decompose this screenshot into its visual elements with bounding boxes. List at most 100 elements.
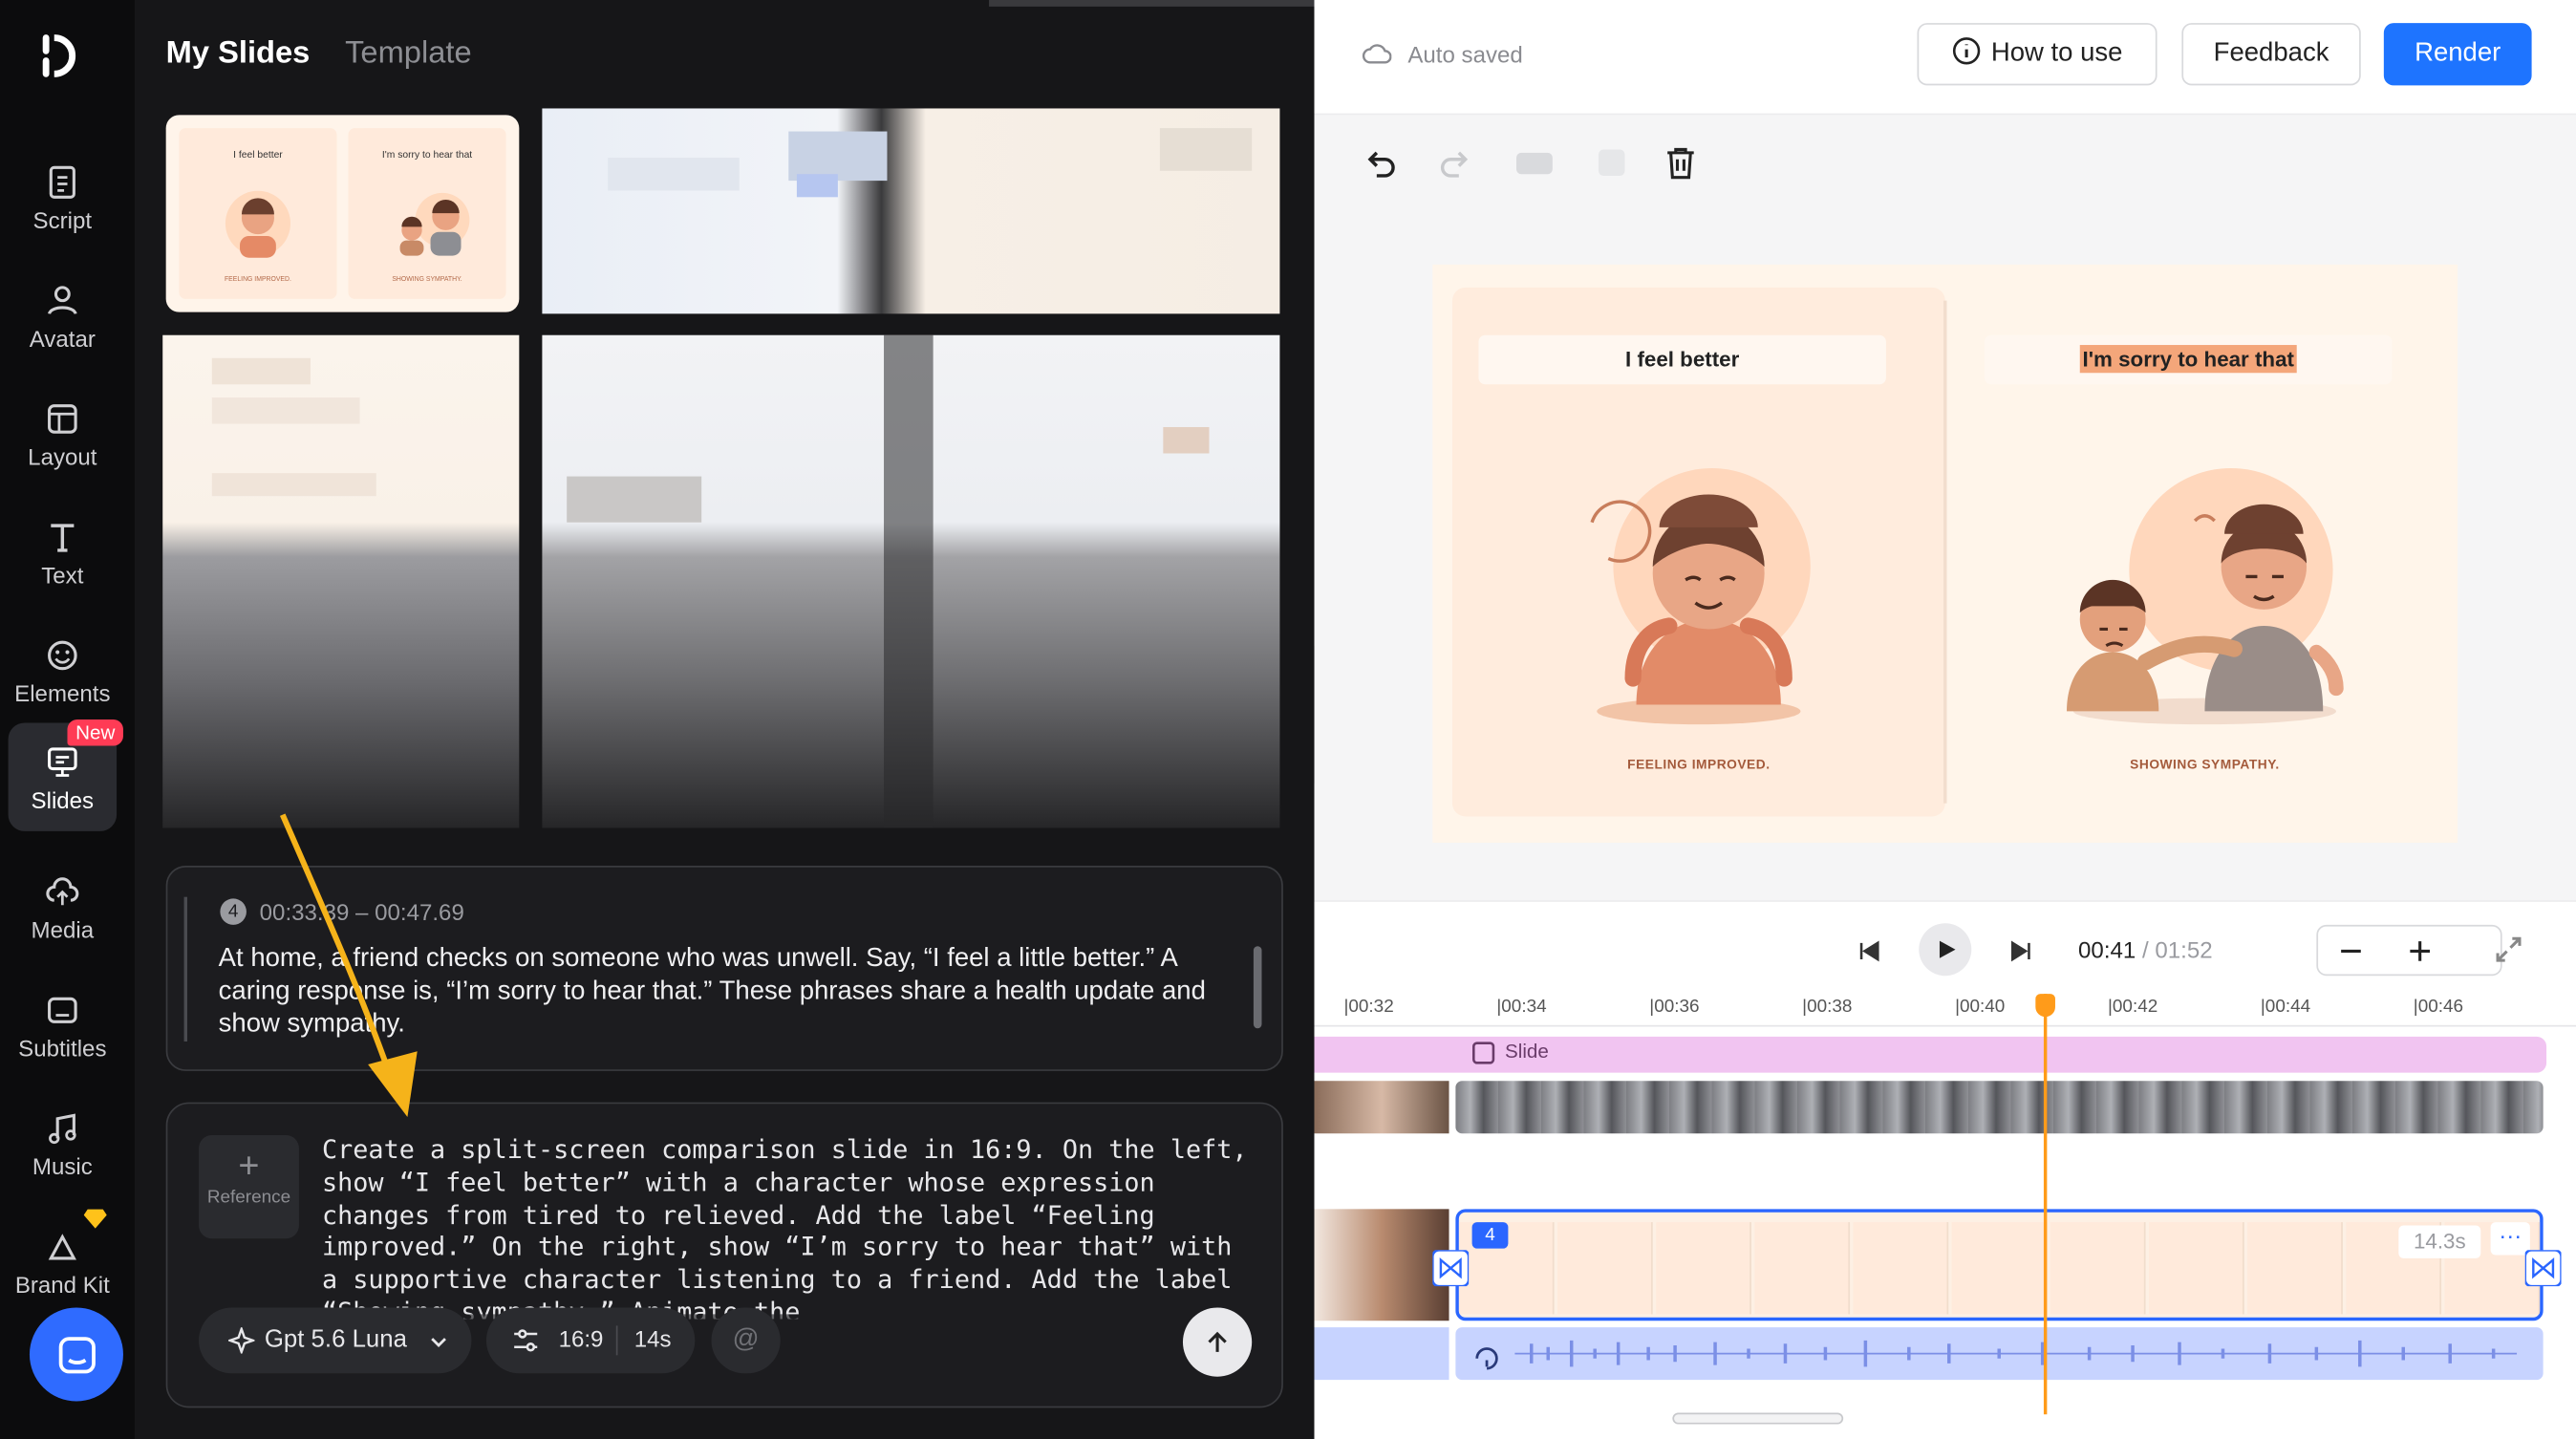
arrow-up-icon: [1208, 1331, 1227, 1352]
zoom-out-icon[interactable]: [2338, 938, 2365, 965]
annotation-arrow-icon: [279, 813, 418, 1118]
skip-back-icon[interactable]: [1857, 938, 1883, 965]
skip-forward-icon[interactable]: [2007, 938, 2034, 965]
plus-icon: +: [238, 1145, 260, 1187]
ruler-tick: |00:34: [1496, 997, 1547, 1018]
time-ruler[interactable]: |00:32 |00:34 |00:36 |00:38 |00:40 |00:4…: [1314, 997, 2576, 1027]
slide-canvas[interactable]: I feel better FEELING IMPROVED. I'm sorr…: [1432, 264, 2458, 843]
rail-media[interactable]: Media: [9, 851, 117, 956]
frame-icon[interactable]: [1594, 144, 1630, 181]
rail-script[interactable]: Script: [9, 141, 117, 247]
audio-clip-previous[interactable]: [1314, 1327, 1449, 1381]
prompt-input[interactable]: Create a split-screen comparison slide i…: [322, 1135, 1258, 1320]
rail-label: Layout: [28, 443, 97, 470]
left-panel[interactable]: I feel better FEELING IMPROVED.: [1451, 287, 1945, 817]
slides-track-clip[interactable]: 4 14.3s ···: [1455, 1209, 2544, 1321]
slides-panel: My Slides Template I feel better FEELING…: [134, 0, 1581, 1439]
render-button[interactable]: Render: [2383, 23, 2532, 86]
blurred-thumbnail[interactable]: [542, 334, 1280, 828]
blurred-thumbnail[interactable]: [162, 334, 520, 828]
audio-track-clip[interactable]: [1455, 1327, 2544, 1381]
slide-clip-index: 4: [1471, 1222, 1509, 1249]
subtitles-icon: [48, 997, 77, 1023]
send-button[interactable]: [1182, 1307, 1253, 1377]
model-selector[interactable]: Gpt 5.6 Luna: [199, 1307, 472, 1374]
rail-avatar[interactable]: Avatar: [9, 260, 117, 365]
rail-subtitles[interactable]: Subtitles: [9, 969, 117, 1074]
media-icon: [46, 877, 79, 906]
timeline-scrollbar[interactable]: [1672, 1412, 1844, 1425]
supportive-characters-illustration: [2067, 467, 2344, 725]
zoom-control: [2316, 924, 2502, 977]
blurred-thumbnail[interactable]: [542, 108, 1280, 314]
slides-icon: [48, 747, 77, 777]
slide-track-icon: [1472, 1042, 1495, 1064]
group-icon[interactable]: [1512, 144, 1555, 181]
mention-button[interactable]: @: [711, 1307, 781, 1374]
waveform: [1514, 1340, 2518, 1367]
rail-label: Media: [31, 916, 95, 943]
text-icon: [51, 524, 75, 552]
rail-slides[interactable]: New Slides: [8, 720, 123, 831]
elements-icon: [48, 640, 77, 671]
thumb-left-caption: FEELING IMPROVED.: [224, 274, 291, 283]
chat-assistant-button[interactable]: [29, 1307, 123, 1402]
video-track-clip[interactable]: [1455, 1081, 2544, 1134]
add-reference-button[interactable]: + Reference: [199, 1134, 299, 1239]
rail-layout[interactable]: Layout: [9, 377, 117, 483]
rail-label: Brand Kit: [14, 1271, 110, 1299]
undo-icon[interactable]: [1363, 144, 1400, 181]
thumb-left-title: I feel better: [233, 151, 283, 161]
relieved-character-illustration: [1590, 467, 1811, 725]
trash-icon[interactable]: [1663, 144, 1699, 181]
playhead[interactable]: [2035, 994, 2055, 1415]
play-button[interactable]: [1919, 923, 1972, 977]
aspect-ratio: 16:9: [558, 1325, 604, 1352]
prompt-box: + Reference Create a split-screen compar…: [165, 1102, 1283, 1408]
tab-template[interactable]: Template: [345, 36, 472, 73]
left-title[interactable]: I feel better: [1478, 334, 1886, 385]
thumb-right-title: I'm sorry to hear that: [381, 151, 473, 161]
left-caption[interactable]: FEELING IMPROVED.: [1452, 758, 1945, 772]
scrollbar[interactable]: [1253, 946, 1262, 1029]
rail-elements[interactable]: Elements: [9, 614, 117, 720]
rail-music[interactable]: Music: [9, 1087, 117, 1192]
right-panel[interactable]: I'm sorry to hear that SHOWING SYMPATHY.: [1958, 287, 2452, 817]
slide-clip-previous[interactable]: [1314, 1209, 1449, 1321]
clip-more-button[interactable]: ···: [2490, 1222, 2530, 1256]
app-logo-icon[interactable]: [39, 32, 85, 78]
brand-kit-icon: [48, 1234, 76, 1260]
editor-area: Auto saved How to use Feedback Render I …: [1314, 0, 2576, 1439]
right-title[interactable]: I'm sorry to hear that: [1985, 334, 2393, 385]
ruler-tick: |00:44: [2260, 997, 2311, 1018]
feedback-button[interactable]: Feedback: [2181, 23, 2361, 86]
slide-thumbnail[interactable]: I feel better FEELING IMPROVED. I'm sorr…: [165, 115, 520, 312]
zoom-in-icon[interactable]: [2407, 938, 2434, 965]
slide-track-label: Slide: [1504, 1040, 1549, 1063]
chat-icon: [58, 1337, 96, 1374]
voice-icon: [1475, 1347, 1498, 1370]
model-name: Gpt 5.6 Luna: [264, 1325, 407, 1354]
thumb-right-caption: SHOWING SYMPATHY.: [392, 274, 462, 283]
autosave-status: Auto saved: [1362, 41, 1523, 67]
ruler-tick: |00:38: [1802, 997, 1853, 1018]
rail-brand-kit[interactable]: Brand Kit: [9, 1206, 117, 1311]
duration: 14s: [633, 1325, 672, 1352]
video-clip-previous[interactable]: [1314, 1081, 1449, 1134]
layout-icon: [48, 404, 77, 434]
format-settings-button[interactable]: 16:9 14s: [485, 1307, 696, 1374]
avatar-icon: [48, 286, 77, 315]
rail-text[interactable]: Text: [9, 496, 117, 601]
segment-index: 4: [220, 898, 247, 925]
ruler-tick: |00:36: [1649, 997, 1700, 1018]
slide-track[interactable]: Slide: [1314, 1036, 2547, 1073]
sparkle-icon: [227, 1327, 255, 1354]
redo-icon[interactable]: [1436, 144, 1472, 181]
rail-label: Avatar: [29, 325, 96, 352]
transition-icon[interactable]: [2524, 1250, 2562, 1287]
transition-icon[interactable]: [1432, 1250, 1470, 1287]
tab-my-slides[interactable]: My Slides: [166, 36, 311, 73]
fit-timeline-icon[interactable]: [2492, 934, 2524, 966]
how-to-use-button[interactable]: How to use: [1917, 23, 2157, 86]
right-caption[interactable]: SHOWING SYMPATHY.: [1959, 758, 2452, 772]
